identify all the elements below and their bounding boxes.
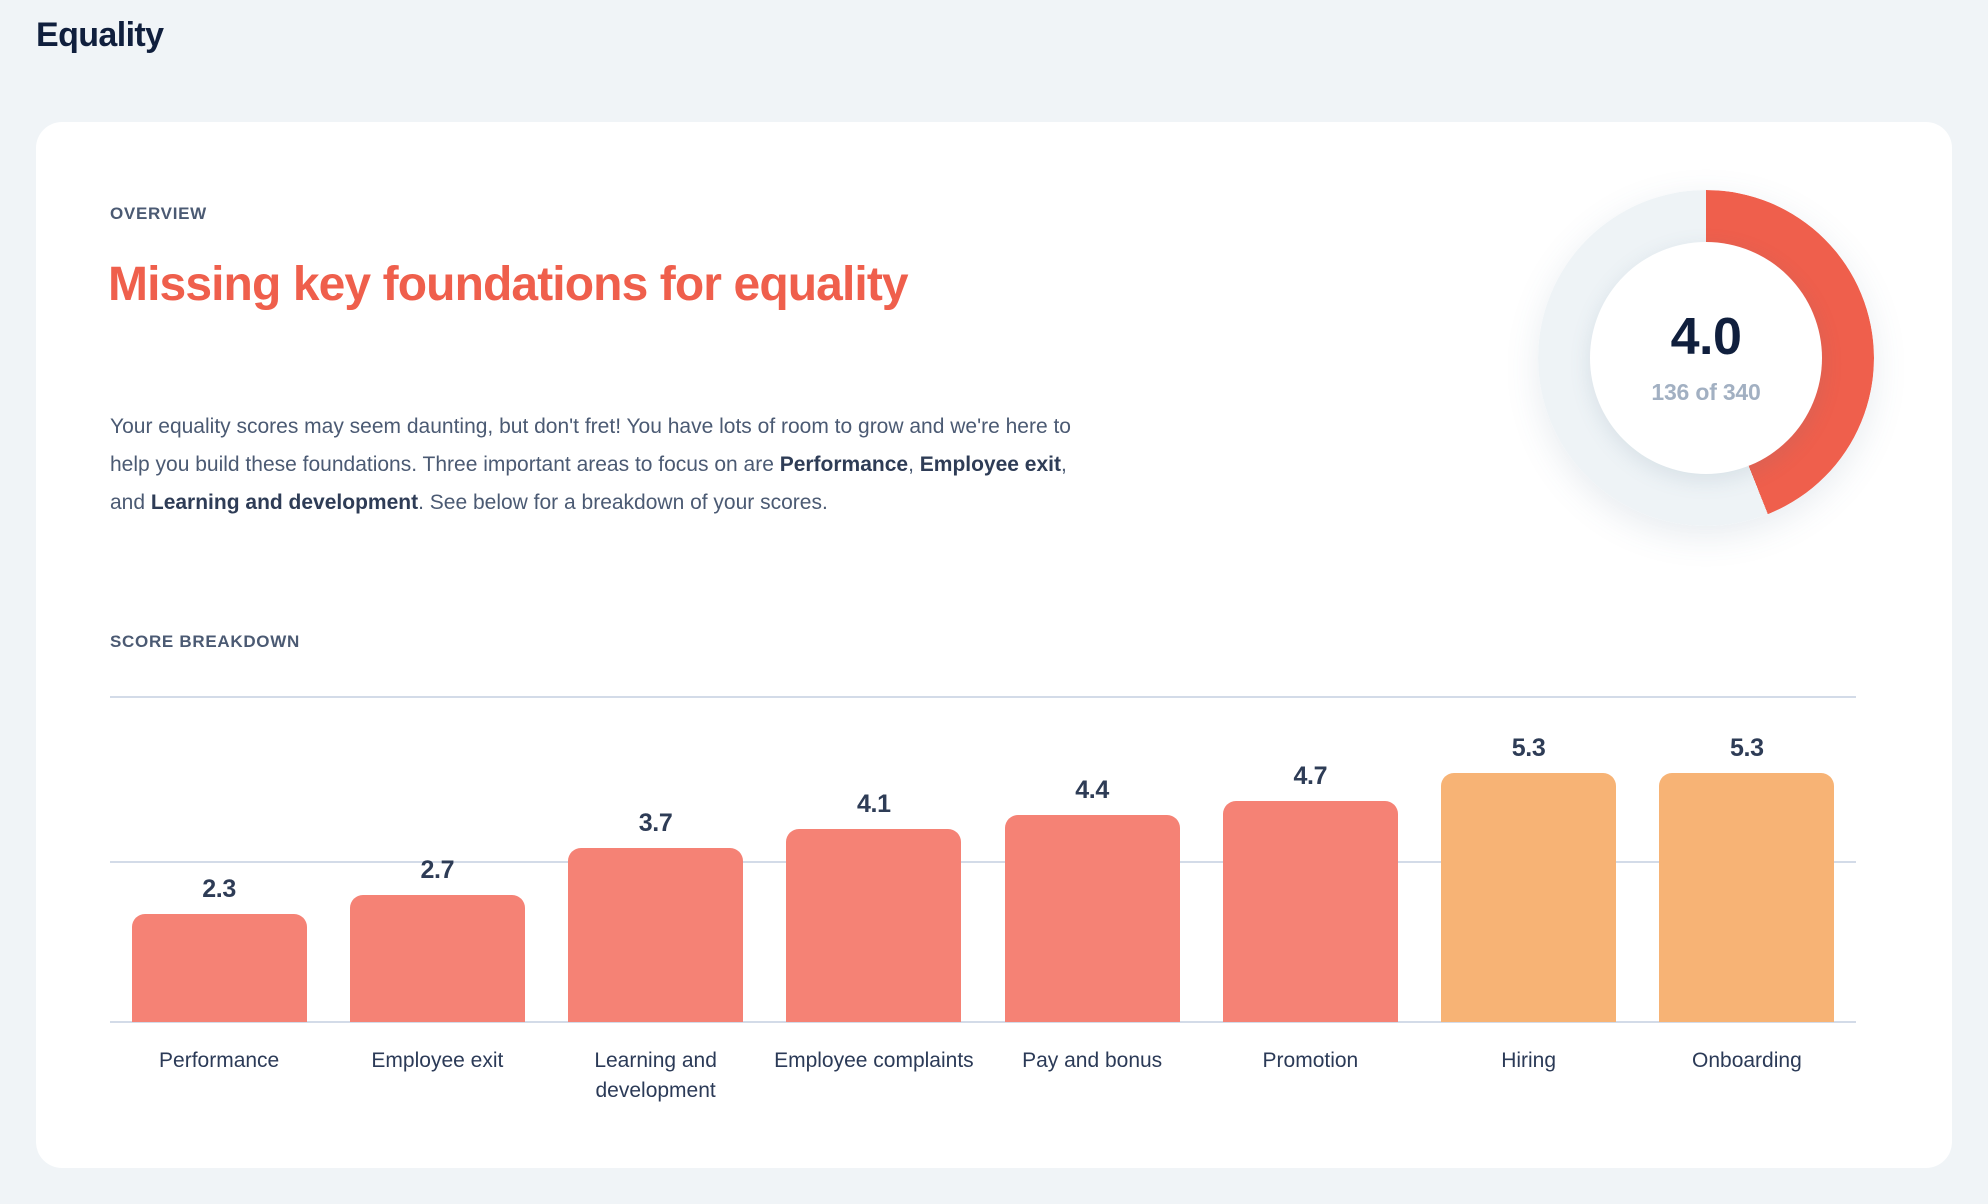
chart-bar-value: 2.3 <box>202 874 237 903</box>
chart-bar-group[interactable]: 2.7 <box>349 740 525 1022</box>
body-bold-employee-exit: Employee exit <box>919 453 1061 476</box>
breakdown-divider <box>110 696 1856 698</box>
chart-bar-value: 4.4 <box>1075 776 1110 805</box>
score-breakdown-chart: 2.3 2.7 3.7 4.1 4.4 4.7 5.3 5.3 <box>110 734 1856 1022</box>
score-gauge: 4.0 136 of 340 <box>1538 190 1874 526</box>
chart-category-label: Learning and development <box>594 1049 717 1102</box>
chart-category-label: Promotion <box>1262 1049 1359 1072</box>
chart-category-labels: Performance Employee exit Learning and dev… <box>110 1046 1856 1136</box>
overview-headline: Missing key foundations for equality <box>108 258 909 311</box>
body-bold-performance: Performance <box>779 453 909 476</box>
chart-bar[interactable] <box>1004 815 1180 1022</box>
gauge-center: 4.0 136 of 340 <box>1590 242 1822 474</box>
chart-category-label: Onboarding <box>1692 1049 1802 1072</box>
chart-bar-value: 5.3 <box>1511 733 1546 762</box>
chart-bar-group[interactable]: 4.1 <box>786 740 962 1022</box>
chart-bar[interactable] <box>568 848 744 1022</box>
chart-bar[interactable] <box>131 913 307 1022</box>
chart-bar-value: 4.7 <box>1293 762 1328 791</box>
chart-category-label: Performance <box>159 1049 280 1072</box>
chart-category-label: Pay and bonus <box>1022 1049 1163 1072</box>
chart-bar-value: 2.7 <box>420 856 455 885</box>
chart-bar[interactable] <box>1441 772 1617 1022</box>
chart-bar-group[interactable]: 4.7 <box>1222 740 1398 1022</box>
body-bold-learning-development: Learning and development <box>150 491 419 514</box>
chart-bar-value: 5.3 <box>1729 733 1764 762</box>
chart-bar-value: 4.1 <box>856 790 891 819</box>
chart-bar-group[interactable]: 5.3 <box>1659 734 1835 1022</box>
chart-category-label: Employee exit <box>371 1049 504 1072</box>
chart-bar-group[interactable]: 5.3 <box>1441 734 1617 1022</box>
body-sep1: , <box>908 453 920 476</box>
overview-eyebrow: OVERVIEW <box>110 204 207 223</box>
chart-bar-group[interactable]: 3.7 <box>568 740 744 1022</box>
chart-category-label: Hiring <box>1501 1049 1557 1072</box>
chart-bar-group[interactable]: 2.3 <box>131 740 307 1022</box>
page-title: Equality <box>36 16 164 54</box>
chart-category-label: Employee complaints <box>774 1049 974 1072</box>
chart-bar[interactable] <box>786 829 962 1022</box>
chart-bar[interactable] <box>349 895 525 1022</box>
gauge-score: 4.0 <box>1670 307 1742 366</box>
overview-body: Your equality scores may seem daunting, … <box>110 408 1090 522</box>
chart-bar-group[interactable]: 4.4 <box>1004 740 1180 1022</box>
breakdown-eyebrow: SCORE BREAKDOWN <box>110 632 300 651</box>
chart-bar[interactable] <box>1222 801 1398 1022</box>
gauge-detail: 136 of 340 <box>1651 378 1761 405</box>
body-text-part2: . See below for a breakdown of your scor… <box>418 491 828 514</box>
chart-bar-value: 3.7 <box>638 809 673 838</box>
chart-bar[interactable] <box>1659 772 1835 1022</box>
